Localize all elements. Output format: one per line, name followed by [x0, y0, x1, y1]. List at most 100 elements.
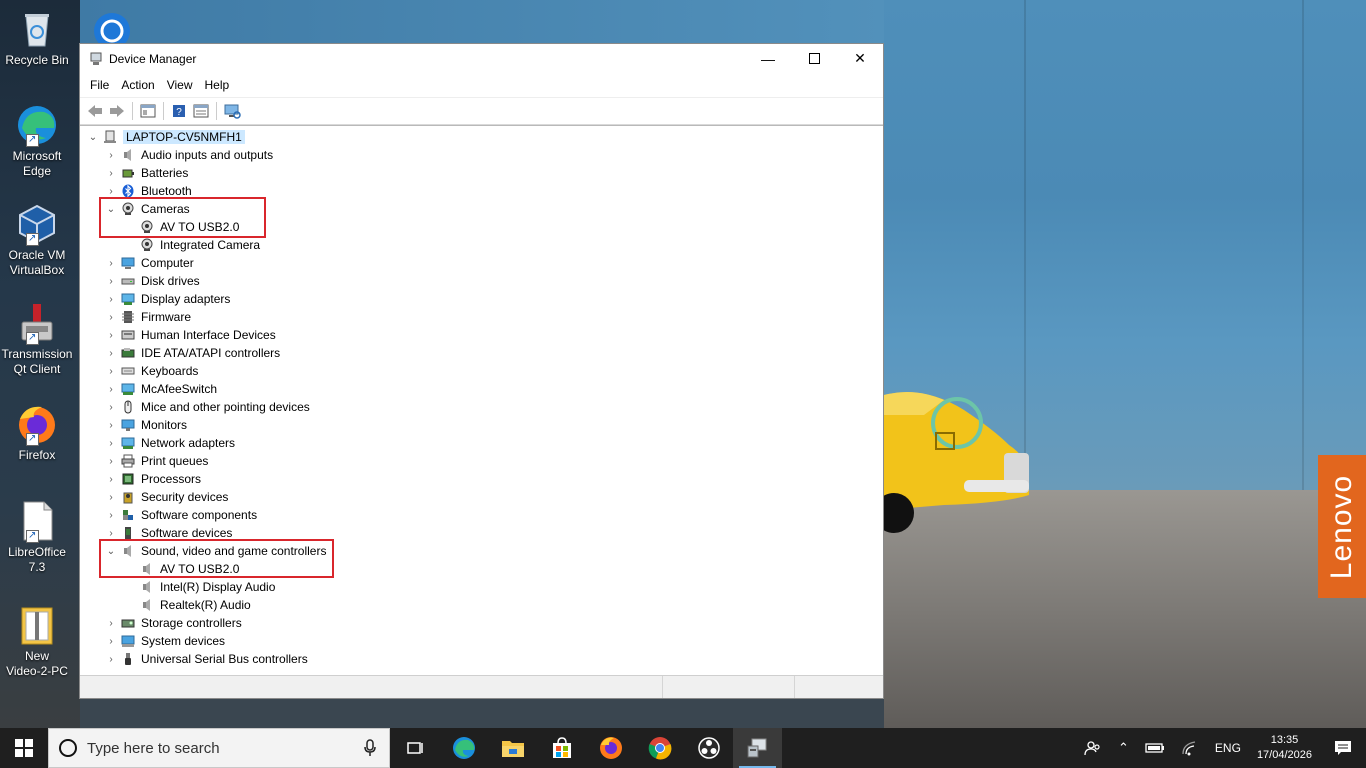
show-hide-console-tree-button[interactable] [137, 101, 159, 121]
keyboard-icon [120, 363, 136, 379]
tree-category-software-components[interactable]: › Software components [104, 506, 257, 524]
close-button[interactable]: ✕ [837, 44, 883, 73]
taskbar-firefox[interactable] [586, 728, 635, 768]
expand-chevron-icon[interactable]: › [104, 492, 118, 503]
scan-hardware-button[interactable] [221, 101, 243, 121]
expand-chevron-icon[interactable]: › [104, 312, 118, 323]
tray-network-button[interactable] [1173, 728, 1207, 768]
desktop-icon-libreoffice[interactable]: LibreOffice 7.3 [0, 500, 74, 575]
expand-chevron-icon[interactable]: › [104, 186, 118, 197]
forward-button[interactable] [106, 101, 128, 121]
tree-category-mice-and-other-pointing-devices[interactable]: › Mice and other pointing devices [104, 398, 309, 416]
expand-chevron-icon[interactable]: › [104, 528, 118, 539]
expand-chevron-icon[interactable]: › [104, 330, 118, 341]
expand-chevron-icon[interactable]: › [104, 384, 118, 395]
expand-chevron-icon[interactable]: › [104, 618, 118, 629]
menu-view[interactable]: View [161, 78, 199, 92]
expand-chevron-icon[interactable]: › [104, 438, 118, 449]
expand-chevron-icon[interactable]: › [104, 150, 118, 161]
tree-category-monitors[interactable]: › Monitors [104, 416, 187, 434]
tree-root[interactable]: ⌄ LAPTOP-CV5NMFH1 [86, 128, 245, 146]
menu-file[interactable]: File [84, 78, 115, 92]
expand-chevron-icon[interactable]: › [104, 510, 118, 521]
menu-help[interactable]: Help [199, 78, 236, 92]
tray-language-button[interactable]: ENG [1207, 728, 1249, 768]
expand-chevron-icon[interactable]: › [104, 636, 118, 647]
expand-chevron-icon[interactable]: › [104, 654, 118, 665]
minimize-button[interactable]: — [745, 44, 791, 73]
tree-category-universal-serial-bus-controllers[interactable]: › Universal Serial Bus controllers [104, 650, 307, 668]
expand-chevron-icon[interactable]: › [104, 168, 118, 179]
app-icon-partial [94, 13, 130, 49]
tree-category-computer[interactable]: › Computer [104, 254, 193, 272]
desktop-icon-transmission[interactable]: Transmission Qt Client [0, 302, 74, 377]
tree-category-print-queues[interactable]: › Print queues [104, 452, 208, 470]
tree-category-human-interface-devices[interactable]: › Human Interface Devices [104, 326, 275, 344]
tree-category-disk-drives[interactable]: › Disk drives [104, 272, 199, 290]
desktop-icon-recycle-bin[interactable]: Recycle Bin [0, 8, 74, 68]
start-button[interactable] [0, 728, 48, 768]
tree-category-display-adapters[interactable]: › Display adapters [104, 290, 230, 308]
expand-chevron-icon[interactable]: › [104, 420, 118, 431]
properties-button[interactable] [190, 101, 212, 121]
tree-category-mcafeeswitch[interactable]: › McAfeeSwitch [104, 380, 217, 398]
desktop-icon-new-video[interactable]: New Video-2-PC [0, 604, 74, 679]
tree-category-label: Storage controllers [141, 616, 242, 630]
taskbar-file-explorer[interactable] [488, 728, 537, 768]
tree-category-batteries[interactable]: › Batteries [104, 164, 188, 182]
collapse-chevron-icon[interactable]: ⌄ [86, 132, 100, 143]
tree-category-ide-ata-atapi-controllers[interactable]: › IDE ATA/ATAPI controllers [104, 344, 280, 362]
tray-people-button[interactable] [1076, 728, 1110, 768]
taskbar-obs[interactable] [684, 728, 733, 768]
maximize-button[interactable] [791, 44, 837, 73]
speaker-icon [120, 147, 136, 163]
expand-chevron-icon[interactable]: › [104, 348, 118, 359]
expand-chevron-icon[interactable]: › [104, 366, 118, 377]
microphone-icon[interactable] [363, 739, 377, 757]
wallpaper-car-image [884, 391, 1029, 533]
taskbar-search-box[interactable]: Type here to search [48, 728, 390, 768]
expand-chevron-icon[interactable]: › [104, 276, 118, 287]
edge-icon [16, 104, 58, 147]
desktop-icon-label: LibreOffice [8, 545, 66, 559]
desktop-icon-edge[interactable]: Microsoft Edge [0, 104, 74, 179]
tree-device-item[interactable]: Integrated Camera [137, 236, 260, 254]
tree-device-item[interactable]: Realtek(R) Audio [137, 596, 251, 614]
tree-category-label: Security devices [141, 490, 229, 504]
expand-chevron-icon[interactable]: › [104, 294, 118, 305]
window-title: Device Manager [109, 51, 197, 66]
tree-category-network-adapters[interactable]: › Network adapters [104, 434, 235, 452]
tree-category-label: McAfeeSwitch [141, 382, 218, 396]
desktop-icon-partial[interactable] [92, 11, 132, 49]
taskbar-device-manager[interactable] [733, 728, 782, 768]
tree-category-audio-inputs-and-outputs[interactable]: › Audio inputs and outputs [104, 146, 273, 164]
menu-action[interactable]: Action [115, 78, 160, 92]
expand-chevron-icon[interactable]: › [104, 402, 118, 413]
taskbar-edge[interactable] [439, 728, 488, 768]
help-button[interactable]: ? [168, 101, 190, 121]
tree-category-keyboards[interactable]: › Keyboards [104, 362, 198, 380]
expand-chevron-icon[interactable]: › [104, 258, 118, 269]
tree-category-security-devices[interactable]: › Security devices [104, 488, 228, 506]
tree-category-firmware[interactable]: › Firmware [104, 308, 191, 326]
taskbar-store[interactable] [537, 728, 586, 768]
tree-category-label: Display adapters [141, 292, 231, 306]
tray-battery-button[interactable] [1137, 728, 1173, 768]
task-view-button[interactable] [390, 728, 439, 768]
expand-chevron-icon[interactable]: › [104, 474, 118, 485]
tree-category-storage-controllers[interactable]: › Storage controllers [104, 614, 242, 632]
window-titlebar[interactable]: Device Manager — ✕ [80, 44, 883, 73]
tray-show-hidden-button[interactable]: ⌃ [1110, 728, 1137, 768]
taskbar-chrome[interactable] [635, 728, 684, 768]
tree-category-processors[interactable]: › Processors [104, 470, 201, 488]
desktop-icon-virtualbox[interactable]: Oracle VM VirtualBox [0, 203, 74, 278]
tree-category-system-devices[interactable]: › System devices [104, 632, 225, 650]
expand-chevron-icon[interactable]: › [104, 456, 118, 467]
tree-device-item[interactable]: Intel(R) Display Audio [137, 578, 275, 596]
device-manager-window[interactable]: Device Manager — ✕ File Action View Help… [79, 43, 884, 699]
tray-clock[interactable]: 13:35 17/04/2026 [1249, 733, 1320, 763]
back-button[interactable] [84, 101, 106, 121]
desktop-icon-firefox[interactable]: Firefox [0, 403, 74, 463]
action-center-button[interactable] [1320, 728, 1366, 768]
tree-device-label: Integrated Camera [160, 238, 261, 252]
